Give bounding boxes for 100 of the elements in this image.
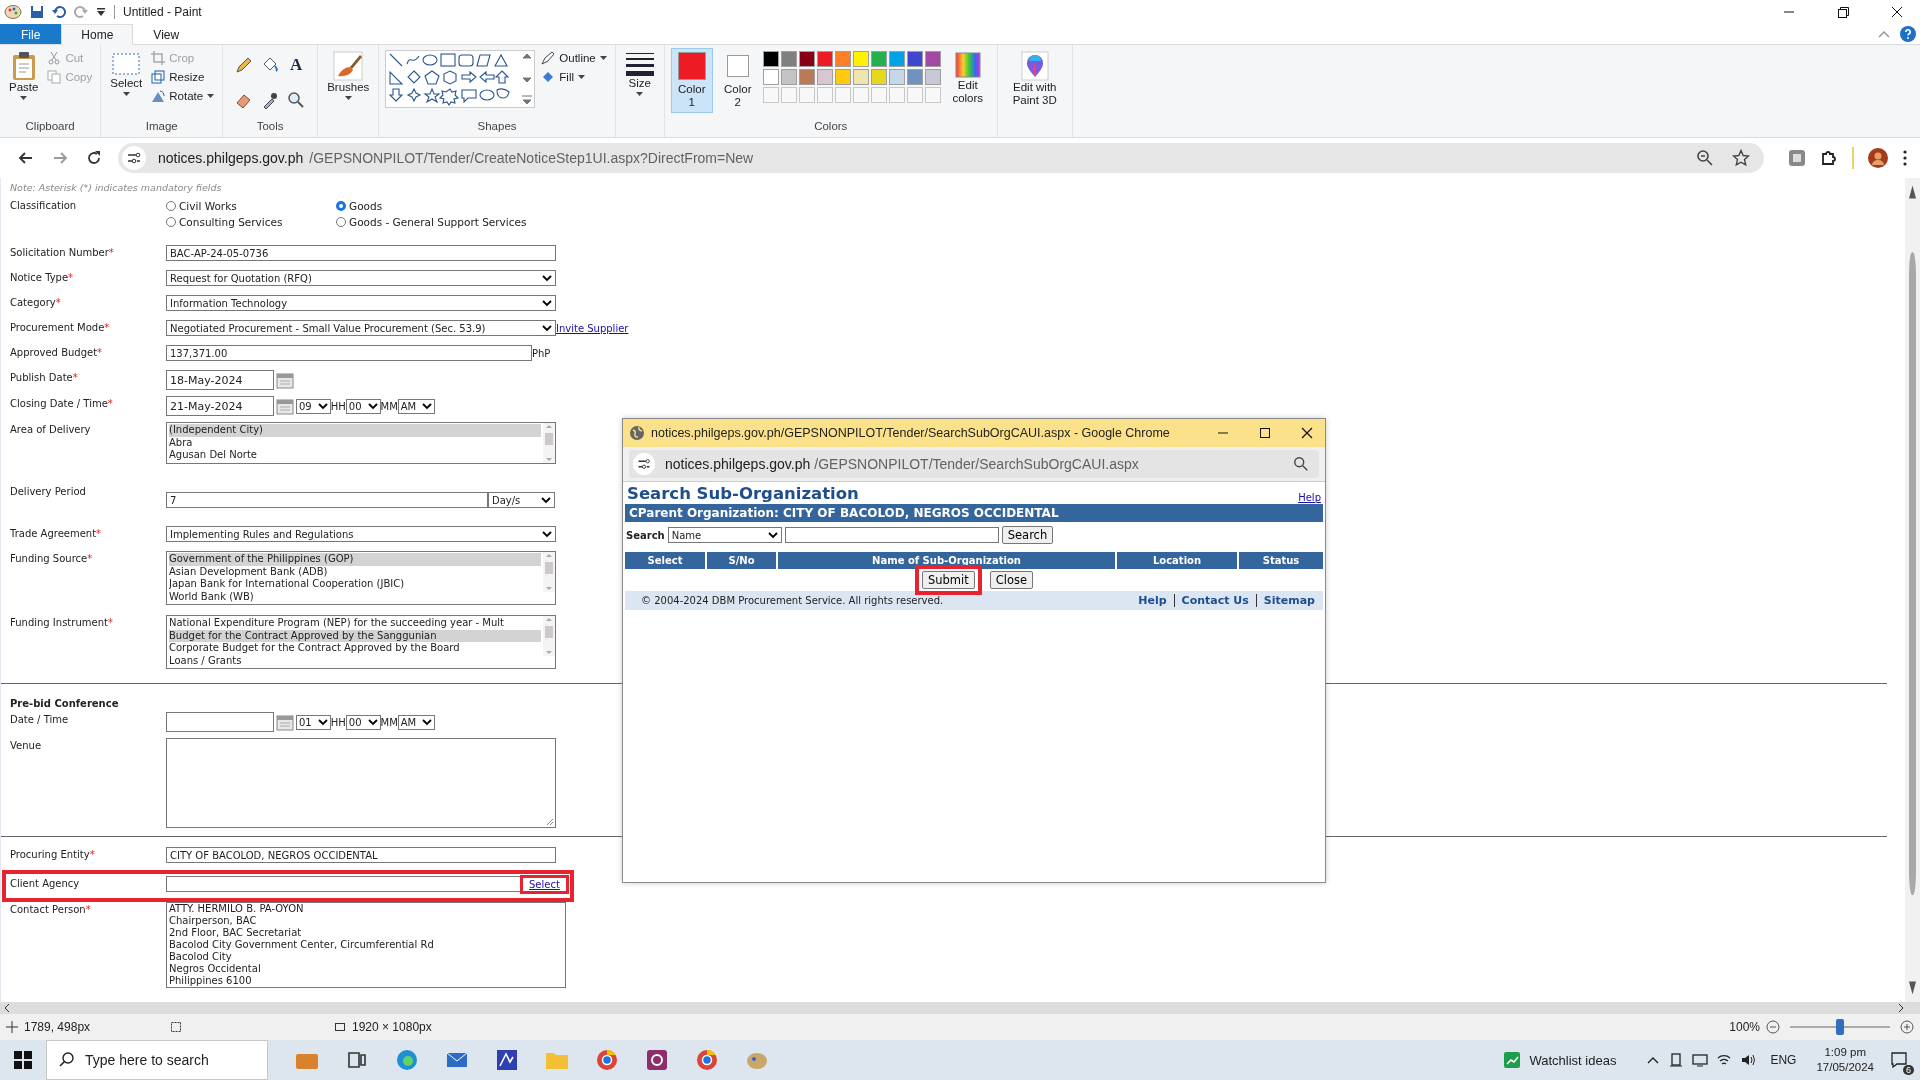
radio-button[interactable] — [336, 217, 346, 227]
star-icon[interactable] — [1732, 149, 1750, 167]
dropdown[interactable]: Request for Quotation (RFQ) — [166, 270, 556, 286]
search-field[interactable] — [784, 527, 999, 543]
list-box[interactable]: National Expenditure Program (NEP) for the succeeding year - Mult Budget for the Contract Approved by the Sanggunian Corporate Budget for the Contract Approved by the Board Loans / Grants — [166, 615, 556, 669]
footer-link[interactable]: Contact Us — [1181, 594, 1249, 607]
magnifier-icon[interactable] — [287, 91, 306, 109]
list-option[interactable]: Corporate Budget for the Contract Approved by the Board — [169, 642, 541, 655]
color-swatch[interactable] — [852, 69, 869, 85]
document-app-icon[interactable] — [644, 1047, 670, 1073]
color-slot-button[interactable]: Color 2 — [716, 48, 759, 113]
color-swatch[interactable] — [834, 51, 851, 67]
fill-bucket-icon[interactable] — [261, 56, 280, 74]
date-field[interactable]: 21-May-2024 — [166, 396, 274, 416]
list-option[interactable]: Loans / Grants — [169, 654, 541, 667]
scrollbar[interactable] — [0, 1002, 1920, 1014]
hour-dropdown[interactable]: 09 — [296, 398, 331, 414]
windows-start-icon[interactable] — [14, 1051, 32, 1069]
dropdown[interactable]: Negotiated Procurement - Small Value Procurement (Sec. 53.9) — [166, 320, 556, 336]
zoom-icon[interactable] — [1696, 149, 1714, 167]
color-swatch[interactable] — [780, 69, 797, 85]
shapes-gallery-drawing[interactable] — [385, 50, 536, 108]
swirl-browser-icon[interactable] — [394, 1047, 420, 1073]
scrollbar[interactable] — [543, 423, 555, 463]
date-field[interactable]: 18-May-2024 — [166, 370, 274, 390]
color-swatch[interactable] — [870, 51, 887, 67]
list-option[interactable]: Agusan Del Norte — [169, 449, 541, 462]
brushes-button[interactable]: Brushes — [324, 48, 373, 104]
widget-button[interactable]: Watchlist ideas — [1503, 1051, 1617, 1069]
redo-icon[interactable] — [74, 5, 88, 19]
color-swatch[interactable] — [924, 69, 941, 85]
notification-button[interactable]: 6 — [1884, 1045, 1914, 1075]
am-pm-dropdown[interactable]: AM — [397, 398, 436, 414]
display-icon[interactable] — [1692, 1052, 1709, 1068]
list-option[interactable]: (Independent City) — [169, 424, 541, 437]
speaker-icon[interactable] — [1740, 1052, 1757, 1068]
color-swatch[interactable] — [780, 51, 797, 67]
radio-button[interactable] — [166, 217, 176, 227]
text-field[interactable]: BAC-AP-24-05-0736 — [166, 245, 556, 261]
color-picker-icon[interactable] — [261, 91, 280, 109]
ribbon-tab[interactable]: File — [0, 24, 62, 44]
save-icon[interactable] — [30, 5, 44, 19]
calendar-icon[interactable] — [276, 713, 294, 731]
text-field[interactable]: CITY OF BACOLOD, NEGROS OCCIDENTAL — [166, 847, 556, 863]
browser-icon[interactable] — [594, 1047, 620, 1073]
dropdown[interactable]: Day/s — [488, 492, 555, 508]
text-field[interactable]: 7 — [166, 492, 488, 508]
browser-icon[interactable] — [694, 1047, 720, 1073]
paste-button[interactable]: Paste — [6, 48, 42, 104]
undo-icon[interactable] — [52, 5, 66, 19]
list-option[interactable]: World Bank (WB) — [169, 590, 541, 603]
am-pm-dropdown[interactable]: AM — [397, 714, 436, 730]
color-swatch[interactable] — [888, 51, 905, 67]
radio-button[interactable] — [166, 201, 176, 211]
address-bar[interactable]: notices.philgeps.gov.ph /GEPSNONPILOT/Tender/SearchSubOrgCAUI.aspx — [629, 450, 1319, 478]
avatar-icon[interactable] — [1868, 148, 1888, 168]
list-option[interactable]: National Expenditure Program (NEP) for the succeeding year - Mult — [169, 617, 541, 630]
fill-button[interactable]: Fill — [539, 69, 609, 85]
list-option[interactable]: Government of the Philippines (GOP) — [169, 553, 541, 566]
color-swatch[interactable] — [798, 69, 815, 85]
dropdown[interactable]: Implementing Rules and Regulations — [166, 526, 556, 542]
list-box[interactable]: (Independent City) Abra Agusan Del Norte — [166, 422, 556, 464]
date-field[interactable] — [166, 712, 274, 732]
minute-dropdown[interactable]: 00 — [345, 398, 381, 414]
radio-option[interactable]: Consulting Services — [166, 216, 336, 228]
color-swatch[interactable] — [816, 51, 833, 67]
text-area[interactable] — [166, 738, 556, 828]
color-swatch[interactable] — [798, 51, 815, 67]
collapse-icon[interactable] — [1878, 30, 1890, 38]
edit-colors-button[interactable]: Edit colors — [944, 48, 991, 108]
clock[interactable]: 1:09 pm 17/05/2024 — [1816, 1045, 1874, 1075]
text-field[interactable]: 137,371.00 — [166, 345, 532, 361]
scrollbar[interactable] — [1905, 178, 1920, 1002]
color-swatch[interactable] — [906, 69, 923, 85]
app-tile-icon[interactable] — [494, 1047, 520, 1073]
minute-dropdown[interactable]: 00 — [345, 714, 381, 730]
color-swatch[interactable] — [888, 69, 905, 85]
rotate-button[interactable]: Rotate — [149, 88, 217, 104]
pencil-icon[interactable] — [235, 56, 254, 74]
scrollbar[interactable] — [543, 616, 555, 656]
dialog-button[interactable]: Submit — [921, 571, 975, 589]
resize-button[interactable]: Resize — [149, 69, 217, 85]
radio-option[interactable]: Goods - General Support Services — [336, 216, 556, 228]
zoom-icon[interactable] — [1293, 456, 1309, 472]
extension-icon[interactable] — [1788, 149, 1806, 167]
footer-link[interactable]: Help — [1138, 594, 1167, 607]
calendar-icon[interactable] — [276, 371, 294, 389]
color-swatch[interactable] — [834, 69, 851, 85]
color-swatch[interactable] — [906, 51, 923, 67]
text-area[interactable]: ATTY. HERMILO B. PA-OYON Chairperson, BAC 2nd Floor, BAC Secretariat Bacolod City Government Center, Circumferential Rd Bacolod City Negros Occidental Philippines 6100 — [166, 902, 566, 988]
text-field[interactable] — [166, 876, 521, 892]
language-indicator[interactable]: ENG — [1770, 1053, 1797, 1067]
calendar-icon[interactable] — [276, 397, 294, 415]
list-option[interactable]: Japan Bank for International Cooperation (JBIC) — [169, 578, 541, 591]
help-icon[interactable] — [1900, 26, 1916, 42]
hour-dropdown[interactable]: 01 — [296, 714, 331, 730]
color-swatch[interactable] — [924, 51, 941, 67]
radio-option[interactable]: Goods — [336, 200, 556, 212]
list-option[interactable]: Budget for the Contract Approved by the Sanggunian — [169, 629, 541, 642]
ribbon-tab[interactable]: View — [133, 24, 200, 44]
